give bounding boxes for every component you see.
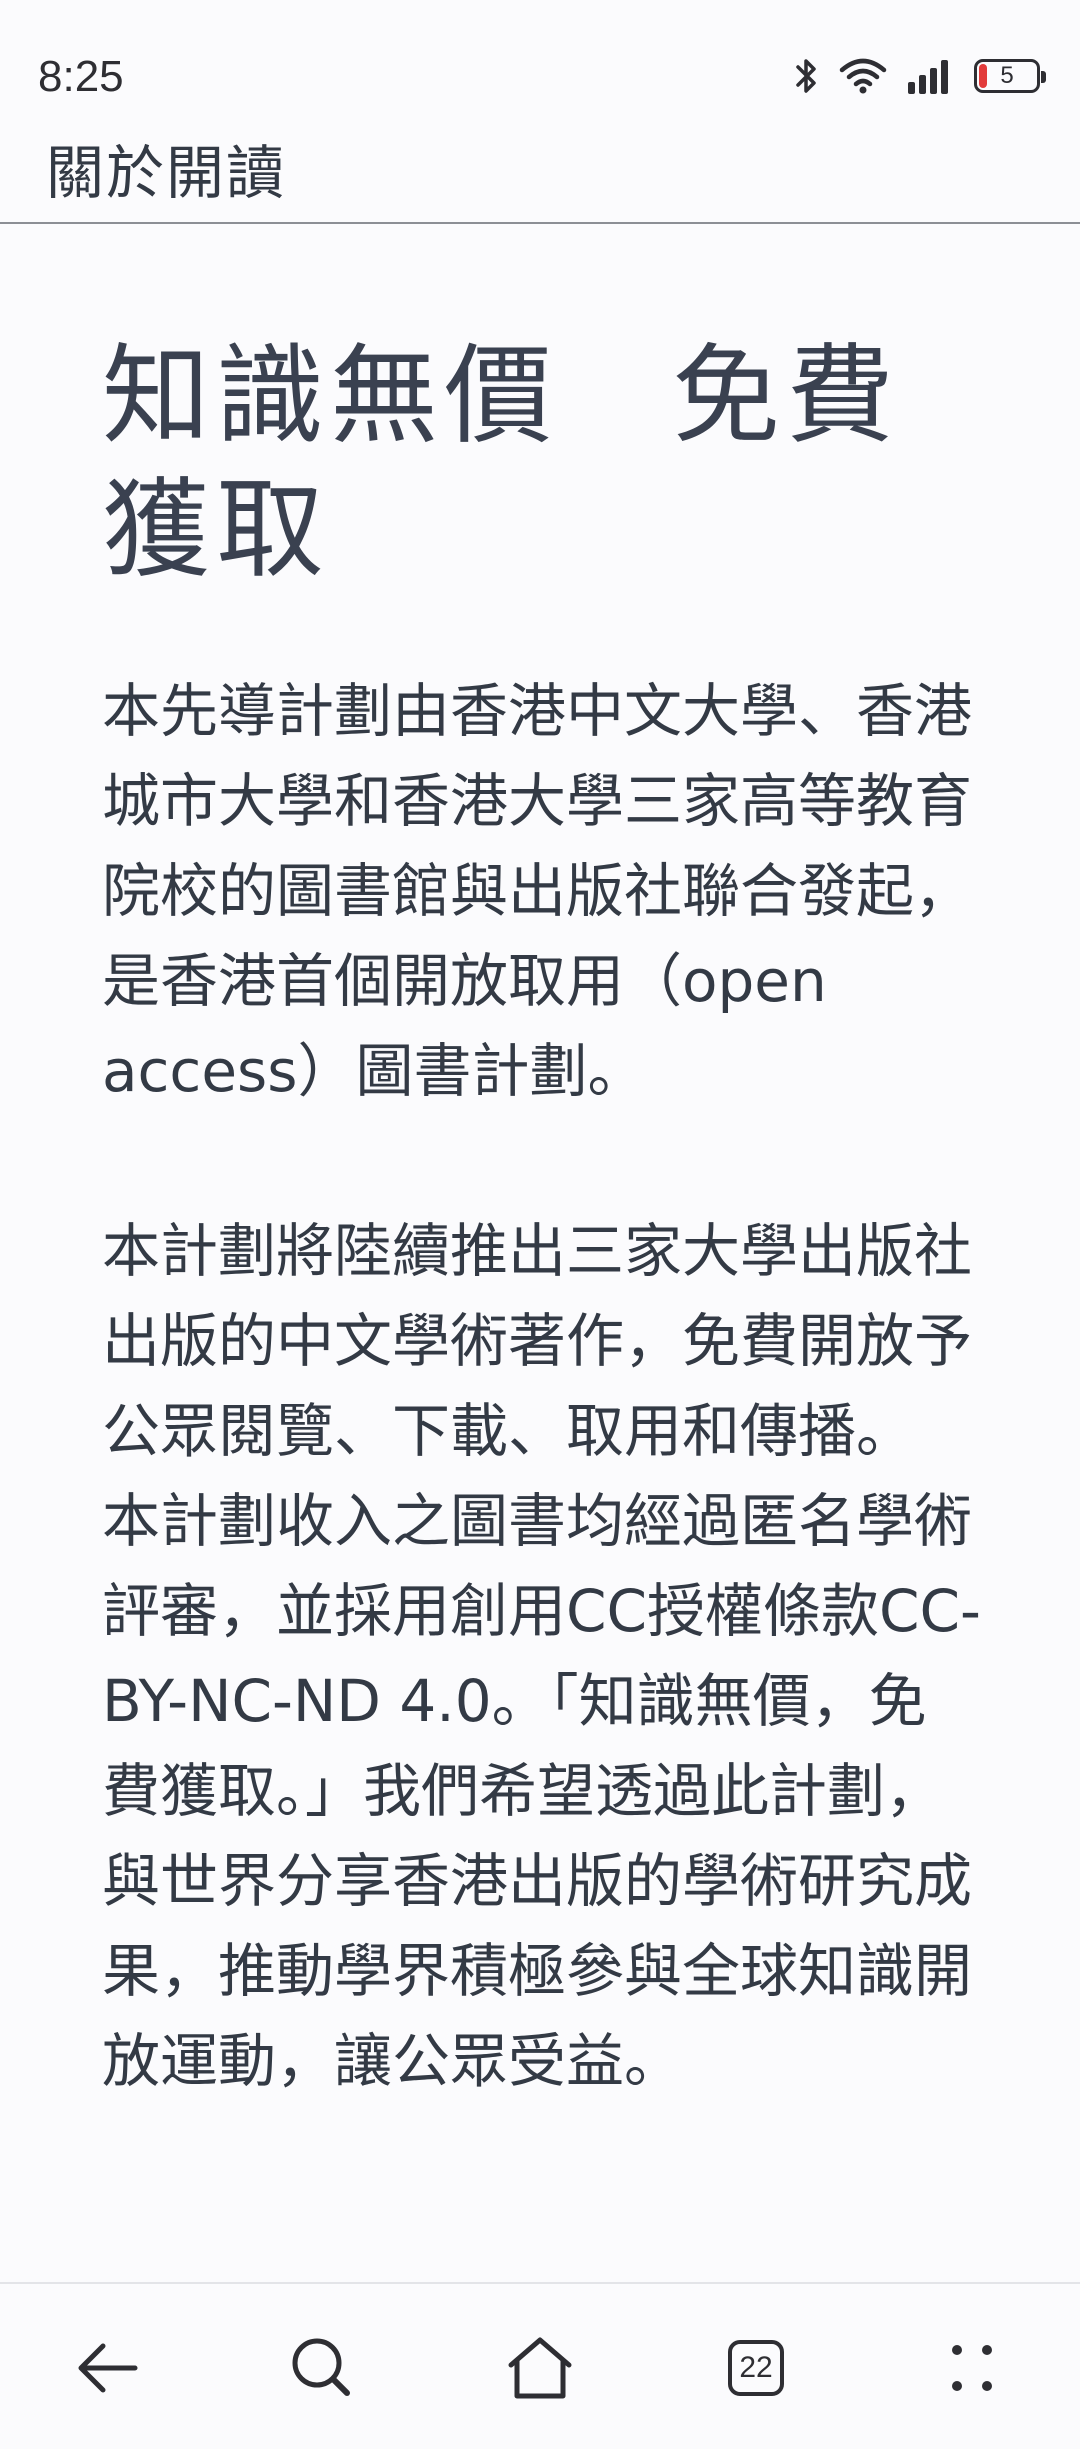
search-icon (292, 2338, 350, 2396)
home-button[interactable] (490, 2318, 590, 2418)
article-heading: 知識無價 免費獲取 (102, 334, 901, 593)
back-button[interactable] (58, 2318, 158, 2418)
tabs-icon: 22 (728, 2340, 784, 2396)
menu-button[interactable] (922, 2318, 1022, 2418)
page-title: 關於開讀 (46, 139, 287, 207)
bottom-navigation: 22 (0, 2282, 1080, 2449)
menu-dots-icon (952, 2345, 992, 2391)
battery-level: 5 (1000, 62, 1014, 89)
wifi-icon (839, 58, 887, 94)
home-icon (508, 2337, 572, 2399)
article-content: 知識無價 免費獲取 本先導計劃由香港中文大學、香港城市大學和香港大學三家高等教育… (102, 330, 982, 2106)
app-header: 關於開讀 (0, 120, 1080, 224)
search-button[interactable] (272, 2318, 372, 2418)
signal-icon (908, 60, 948, 94)
bluetooth-icon (796, 59, 816, 93)
status-icons: 5 (794, 56, 1046, 96)
battery-icon: 5 (974, 59, 1046, 93)
status-time: 8:25 (38, 52, 124, 101)
back-arrow-icon (78, 2343, 138, 2393)
tabs-button[interactable]: 22 (706, 2318, 806, 2418)
tab-count: 22 (739, 2351, 773, 2384)
paragraph-intro: 本先導計劃由香港中文大學、香港城市大學和香港大學三家高等教育院校的圖書館與出版社… (102, 677, 973, 1105)
status-bar: 8:25 5 (0, 0, 1080, 120)
paragraph-details: 本計劃將陸續推出三家大學出版社出版的中文學術著作，免費開放予公眾閱覽、下載、取用… (102, 1217, 981, 2095)
